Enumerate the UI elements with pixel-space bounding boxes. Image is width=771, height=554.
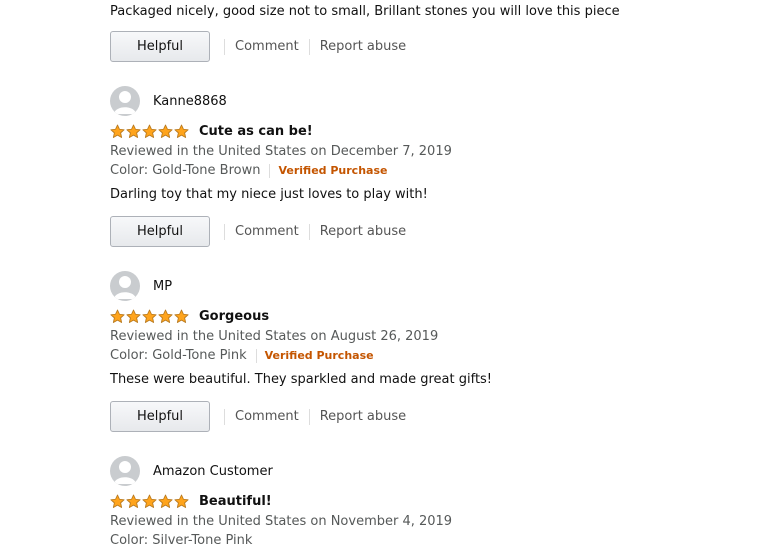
review-item: Amazon Customer Beautiful! Reviewed in t… — [110, 455, 750, 554]
reviewer-profile[interactable]: Kanne8868 — [110, 85, 227, 117]
star-icon — [174, 309, 189, 323]
helpful-button[interactable]: Helpful — [110, 31, 210, 62]
report-abuse-link[interactable]: Report abuse — [320, 409, 406, 424]
comment-link[interactable]: Comment — [235, 39, 299, 54]
rating-row: Cute as can be! — [110, 122, 313, 140]
reviews-page: Packaged nicely, good size not to small,… — [0, 0, 771, 554]
review-meta: Color: Gold-Tone Pink Verified Purchase — [110, 348, 374, 363]
review-actions: Helpful Comment Report abuse — [110, 31, 406, 62]
star-icon — [158, 309, 173, 323]
helpful-button[interactable]: Helpful — [110, 216, 210, 247]
star-icon — [110, 494, 125, 508]
product-variant-link[interactable]: Color: Gold-Tone Pink — [110, 348, 247, 363]
star-icon — [126, 494, 141, 508]
review-date: Reviewed in the United States on Decembe… — [110, 144, 452, 159]
reviewer-name: Amazon Customer — [153, 463, 273, 479]
star-icon — [174, 124, 189, 138]
comment-link[interactable]: Comment — [235, 224, 299, 239]
report-abuse-link[interactable]: Report abuse — [320, 224, 406, 239]
review-date: Reviewed in the United States on August … — [110, 329, 439, 344]
star-rating[interactable] — [110, 309, 190, 324]
divider — [224, 408, 225, 425]
review-meta: Color: Gold-Tone Brown Verified Purchase — [110, 163, 387, 178]
star-icon — [158, 494, 173, 508]
star-icon — [126, 124, 141, 138]
star-icon — [142, 124, 157, 138]
verified-purchase-badge: Verified Purchase — [278, 164, 388, 177]
star-rating[interactable] — [110, 494, 190, 509]
divider — [224, 223, 225, 240]
comment-link[interactable]: Comment — [235, 409, 299, 424]
verified-purchase-badge: Verified Purchase — [264, 349, 374, 362]
avatar-icon — [110, 271, 140, 301]
review-date: Reviewed in the United States on Novembe… — [110, 514, 453, 529]
product-variant-link[interactable]: Color: Silver-Tone Pink — [110, 533, 252, 548]
rating-row: Beautiful! — [110, 492, 272, 510]
divider — [224, 38, 225, 55]
reviewer-name: MP — [153, 278, 173, 294]
star-icon — [110, 124, 125, 138]
review-meta: Color: Silver-Tone Pink — [110, 533, 252, 548]
review-actions: Helpful Comment Report abuse — [110, 401, 406, 432]
review-body: These were beautiful. They sparkled and … — [110, 372, 493, 387]
star-icon — [158, 124, 173, 138]
review-body: Packaged nicely, good size not to small,… — [110, 4, 620, 19]
report-abuse-link[interactable]: Report abuse — [320, 39, 406, 54]
divider — [269, 163, 271, 178]
divider — [308, 223, 310, 240]
avatar-icon — [110, 456, 140, 486]
review-item: MP Gorgeous Reviewed in the United State… — [110, 270, 750, 440]
review-title[interactable]: Cute as can be! — [199, 124, 313, 139]
divider — [308, 38, 310, 55]
review-item: Kanne8868 Cute as can be! Reviewed in th… — [110, 85, 750, 255]
reviewer-profile[interactable]: MP — [110, 270, 172, 302]
star-rating[interactable] — [110, 124, 190, 139]
product-variant-link[interactable]: Color: Gold-Tone Brown — [110, 163, 260, 178]
divider — [255, 348, 257, 363]
reviewer-profile[interactable]: Amazon Customer — [110, 455, 273, 487]
rating-row: Gorgeous — [110, 307, 269, 325]
divider — [308, 408, 310, 425]
star-icon — [126, 309, 141, 323]
review-body: Darling toy that my niece just loves to … — [110, 187, 428, 202]
star-icon — [142, 494, 157, 508]
review-title[interactable]: Gorgeous — [199, 309, 269, 324]
review-title[interactable]: Beautiful! — [199, 494, 272, 509]
review-actions: Helpful Comment Report abuse — [110, 216, 406, 247]
star-icon — [110, 309, 125, 323]
star-icon — [174, 494, 189, 508]
avatar-icon — [110, 86, 140, 116]
reviewer-name: Kanne8868 — [153, 93, 227, 109]
star-icon — [142, 309, 157, 323]
helpful-button[interactable]: Helpful — [110, 401, 210, 432]
